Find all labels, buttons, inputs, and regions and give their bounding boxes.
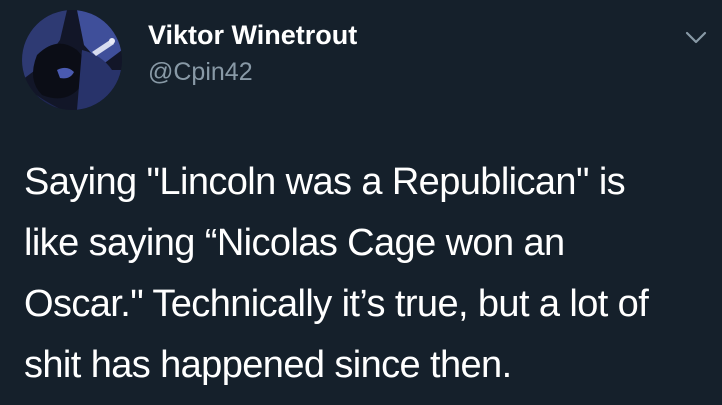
chevron-down-icon[interactable] (681, 26, 711, 50)
avatar[interactable] (22, 10, 122, 110)
author-handle[interactable]: @Cpin42 (148, 56, 253, 88)
avatar-image (22, 10, 122, 110)
tweet: Viktor Winetrout @Cpin42 Saying "Lincoln… (0, 0, 722, 405)
tweet-text-line: Saying "Lincoln was a Republican" is (24, 161, 626, 203)
tweet-text-line: Oscar." Technically it’s true, but a lot… (24, 283, 649, 325)
tweet-text-line: shit has happened since then. (24, 344, 512, 386)
author-display-name[interactable]: Viktor Winetrout (148, 18, 357, 52)
tweet-text-line: like saying “Nicolas Cage won an (24, 222, 565, 264)
tweet-text: Saying "Lincoln was a Republican" is lik… (24, 152, 714, 396)
